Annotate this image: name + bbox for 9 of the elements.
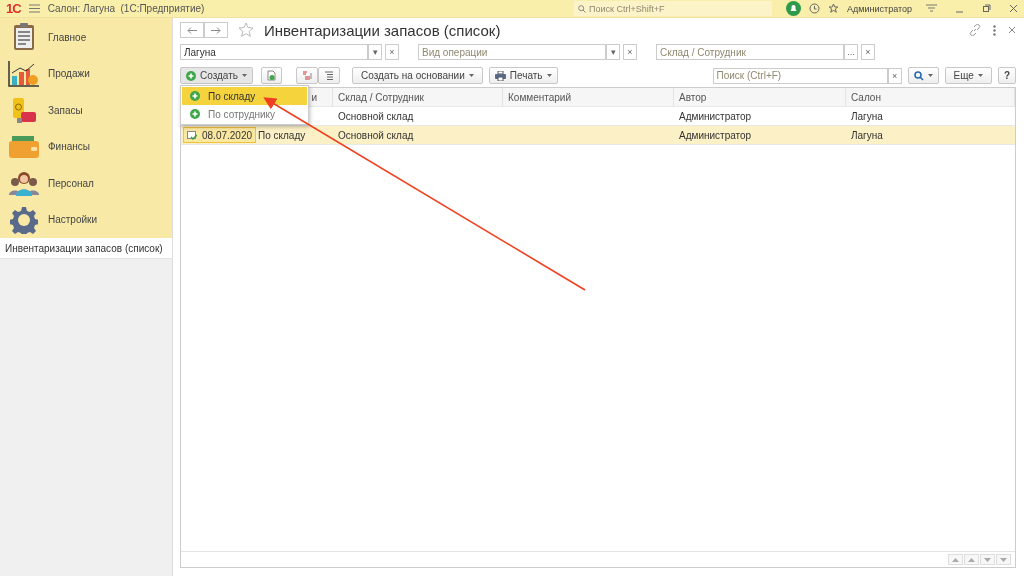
form-title: Инвентаризации запасов (список) (264, 21, 501, 39)
window-title: Салон: Лагуна (1С:Предприятие) (47, 3, 205, 14)
table-cell-text: По складу (257, 128, 307, 143)
table-cell-text: Основной склад (337, 128, 415, 143)
table-cell-text: Лагуна (850, 128, 884, 143)
table-cell-text: Администратор (678, 128, 753, 143)
table-cell-text: Администратор (678, 109, 753, 124)
table-cell-text: Лагуна (850, 109, 884, 124)
table-cell-text: Основной склад (337, 109, 415, 124)
